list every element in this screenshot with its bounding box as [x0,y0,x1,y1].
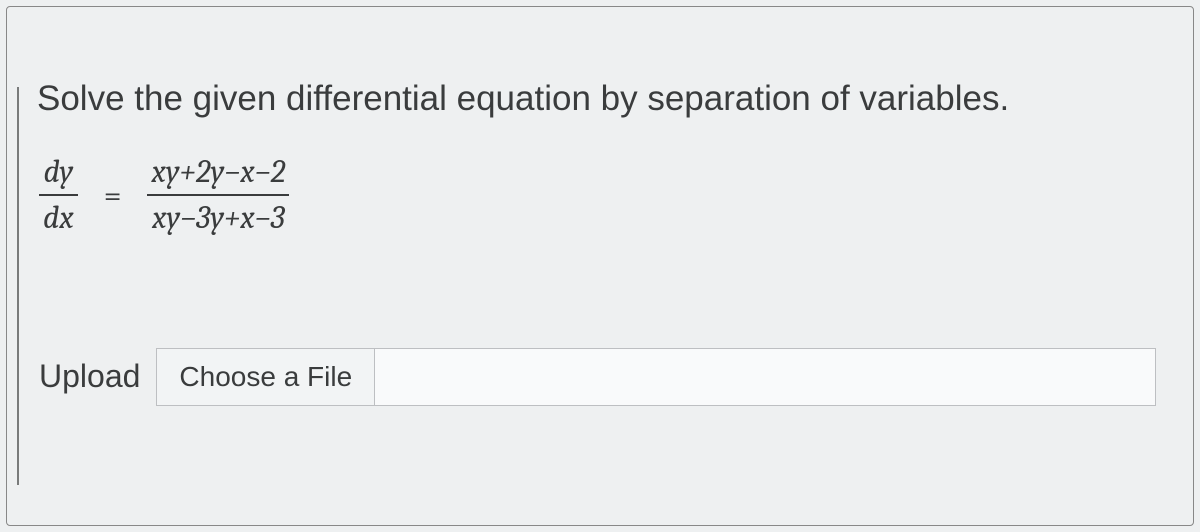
question-title: Solve the given differential equation by… [37,79,1163,119]
content-frame: Solve the given differential equation by… [6,6,1194,526]
equation-left-fraction: dy dx [39,153,78,238]
left-rule [17,87,19,485]
file-name-display [375,349,1155,405]
file-input-box[interactable]: Choose a File [156,348,1156,406]
equation-right-bar [147,194,289,196]
equation-display: dy dx = xy+2y−x−2 xy−3y+x−3 [39,153,289,238]
equation-equals: = [104,177,122,214]
equation-right-denominator: xy−3y+x−3 [148,199,289,237]
upload-label: Upload [39,358,140,395]
choose-file-button[interactable]: Choose a File [157,349,375,405]
equation-right-fraction: xy+2y−x−2 xy−3y+x−3 [147,153,289,238]
equation-right-numerator: xy+2y−x−2 [147,153,289,191]
upload-row: Upload Choose a File [39,348,1163,406]
equation-left-numerator: dy [40,153,78,191]
equation-left-denominator: dx [39,199,78,237]
equation-left-bar [39,194,78,196]
